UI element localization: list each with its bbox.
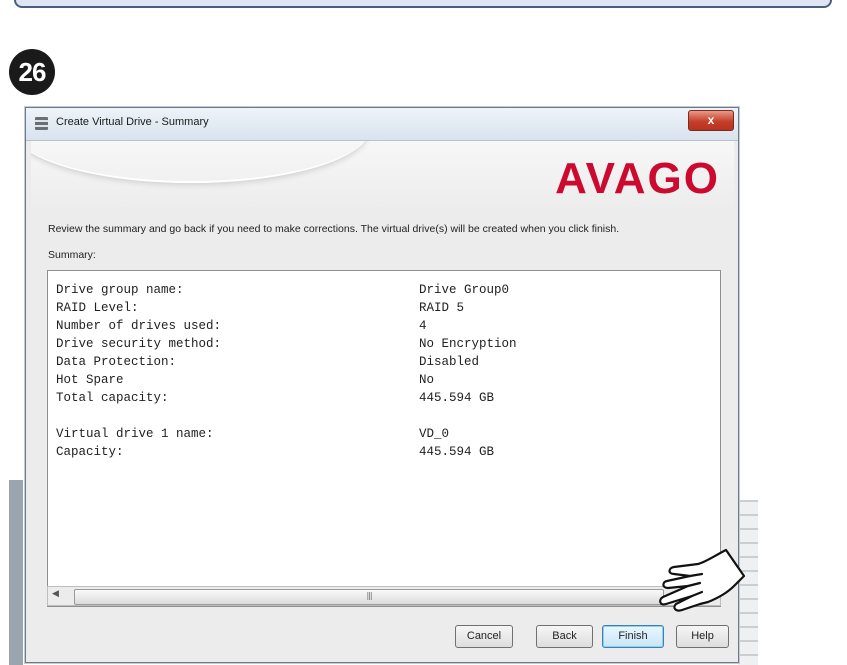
- grip-icon: |||: [366, 591, 372, 600]
- summary-value: RAID 5: [419, 301, 465, 315]
- summary-row: Drive group name: Drive Group0: [56, 281, 517, 299]
- pointing-hand-icon: [659, 548, 746, 612]
- summary-row: Capacity: 445.594 GB: [56, 443, 517, 461]
- summary-row: Hot Spare No: [56, 371, 517, 389]
- summary-row: RAID Level: RAID 5: [56, 299, 517, 317]
- scroll-left-icon[interactable]: ◀: [52, 589, 59, 599]
- summary-label: Summary:: [48, 249, 96, 261]
- instruction-text: Review the summary and go back if you ne…: [48, 223, 620, 235]
- summary-row: Drive security method: No Encryption: [56, 335, 517, 353]
- horizontal-scrollbar[interactable]: ◀ |||: [47, 586, 721, 606]
- step-number-badge: 26: [9, 49, 55, 95]
- summary-key: Number of drives used:: [56, 319, 222, 333]
- avago-logo: AVAGO: [555, 154, 720, 203]
- summary-value: 445.594 GB: [419, 445, 495, 459]
- summary-value: 445.594 GB: [419, 391, 495, 405]
- summary-spacer: [56, 407, 517, 425]
- summary-key: Total capacity:: [56, 391, 169, 405]
- close-button[interactable]: x: [688, 110, 734, 131]
- cancel-button[interactable]: Cancel: [455, 625, 513, 648]
- summary-key: Capacity:: [56, 445, 124, 459]
- summary-key: Virtual drive 1 name:: [56, 427, 214, 441]
- summary-table: Drive group name: Drive Group0 RAID Level…: [56, 281, 517, 461]
- summary-row: Data Protection: Disabled: [56, 353, 517, 371]
- summary-key: Drive group name:: [56, 283, 184, 297]
- previous-panel-edge: [14, 0, 832, 8]
- summary-key: RAID Level:: [56, 301, 139, 315]
- summary-key: Hot Spare: [56, 373, 124, 387]
- summary-value: Disabled: [419, 355, 480, 369]
- summary-row: Number of drives used: 4: [56, 317, 517, 335]
- summary-key: Drive security method:: [56, 337, 222, 351]
- window-title: Create Virtual Drive - Summary: [56, 116, 209, 128]
- summary-panel[interactable]: Drive group name: Drive Group0 RAID Level…: [47, 270, 721, 607]
- header-banner: AVAGO: [31, 141, 734, 211]
- summary-value: 4: [419, 319, 427, 333]
- summary-value: Drive Group0: [419, 283, 510, 297]
- app-icon: [35, 117, 48, 130]
- summary-value: No Encryption: [419, 337, 517, 351]
- summary-row: Total capacity: 445.594 GB: [56, 389, 517, 407]
- summary-value: No: [419, 373, 435, 387]
- summary-key: Data Protection:: [56, 355, 177, 369]
- summary-row: Virtual drive 1 name: VD_0: [56, 425, 517, 443]
- scrollbar-thumb[interactable]: |||: [74, 589, 664, 605]
- banner-swoosh: [31, 141, 371, 183]
- background-window-edge: [9, 480, 23, 665]
- back-button[interactable]: Back: [536, 625, 593, 648]
- title-bar: Create Virtual Drive - Summary x: [26, 108, 738, 141]
- summary-value: VD_0: [419, 427, 450, 441]
- create-virtual-drive-dialog: Create Virtual Drive - Summary x AVAGO R…: [25, 107, 739, 663]
